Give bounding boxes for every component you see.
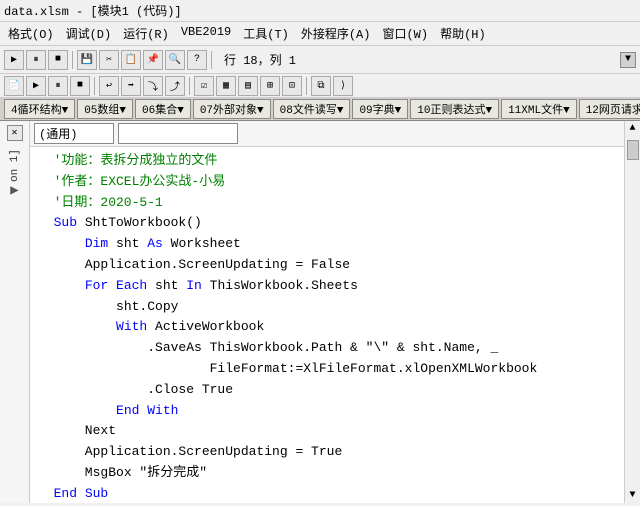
code-line-6: Application.ScreenUpdating = False	[38, 255, 616, 276]
menu-help[interactable]: 帮助(H)	[436, 24, 490, 43]
menu-debug[interactable]: 调试(D)	[62, 24, 116, 43]
combo-general[interactable]: (通用)	[34, 123, 114, 144]
menu-vbe2019[interactable]: VBE2019	[177, 24, 235, 43]
paste-btn[interactable]: 📌	[143, 50, 163, 70]
close-btn[interactable]: ✕	[7, 125, 23, 141]
code-content[interactable]: '功能：表拆分成独立的文件 '作者：EXCEL办公实战-小易 '日期：2020-…	[30, 147, 624, 503]
tb2-btn9[interactable]: ☑	[194, 76, 214, 96]
code-line-8: sht.Copy	[38, 297, 616, 318]
row-col-indicator: 行 18，列 1	[224, 51, 296, 68]
tab-9[interactable]: 09字典▼	[352, 99, 408, 119]
code-area: (通用) '功能：表拆分成独立的文件 '作者：EXCEL办公实战-小易 '日期：…	[30, 121, 624, 503]
code-line-11: FileFormat:=XlFileFormat.xlOpenXMLWorkbo…	[38, 359, 616, 380]
code-line-7: For Each sht In ThisWorkbook.Sheets	[38, 276, 616, 297]
tab-5[interactable]: 05数组▼	[77, 99, 133, 119]
tb2-btn11[interactable]: ▤	[238, 76, 258, 96]
menu-bar: 格式(O) 调试(D) 运行(R) VBE2019 工具(T) 外接程序(A) …	[0, 22, 640, 46]
menu-tools[interactable]: 工具(T)	[239, 24, 293, 43]
copy-btn[interactable]: 📋	[121, 50, 141, 70]
menu-run[interactable]: 运行(R)	[119, 24, 173, 43]
code-line-10: .SaveAs ThisWorkbook.Path & "\" & sht.Na…	[38, 338, 616, 359]
stop-btn[interactable]: ■	[48, 50, 68, 70]
code-line-17: End Sub	[38, 484, 616, 503]
code-line-3: '日期：2020-5-1	[38, 193, 616, 214]
toolbar-1: ▶ ⏸ ■ 💾 ✂ 📋 📌 🔍 ? 行 18，列 1 ▼	[0, 46, 640, 74]
sep5	[306, 77, 307, 95]
tb2-btn1[interactable]: 📄	[4, 76, 24, 96]
title-bar: data.xlsm - [模块1 (代码)]	[0, 0, 640, 22]
tb2-btn4[interactable]: ■	[70, 76, 90, 96]
sep3	[94, 77, 95, 95]
cut-btn[interactable]: ✂	[99, 50, 119, 70]
tab-8[interactable]: 08文件读写▼	[273, 99, 351, 119]
tb2-btn10[interactable]: ▦	[216, 76, 236, 96]
sep4	[189, 77, 190, 95]
left-sidebar: ✕ on 1] ▶	[0, 121, 30, 503]
menu-format[interactable]: 格式(O)	[4, 24, 58, 43]
tab-7[interactable]: 07外部对象▼	[193, 99, 271, 119]
tab-4[interactable]: 4循环结构▼	[4, 99, 75, 119]
combo-proc[interactable]	[118, 123, 238, 144]
code-line-1: '功能：表拆分成独立的文件	[38, 151, 616, 172]
scroll-thumb[interactable]	[627, 140, 639, 160]
code-line-2: '作者：EXCEL办公实战-小易	[38, 172, 616, 193]
code-line-15: Application.ScreenUpdating = True	[38, 442, 616, 463]
help-btn[interactable]: ?	[187, 50, 207, 70]
tb2-btn15[interactable]: ⟩	[333, 76, 353, 96]
tb2-btn3[interactable]: ⏸	[48, 76, 68, 96]
menu-window[interactable]: 窗口(W)	[378, 24, 432, 43]
code-line-12: .Close True	[38, 380, 616, 401]
code-line-16: MsgBox "拆分完成"	[38, 463, 616, 484]
code-line-13: End With	[38, 401, 616, 422]
find-btn[interactable]: 🔍	[165, 50, 185, 70]
tb2-btn7[interactable]: ⤵	[143, 76, 163, 96]
run-btn[interactable]: ▶	[4, 50, 24, 70]
right-scrollbar[interactable]: ▲ ▼	[624, 121, 640, 503]
save-btn[interactable]: 💾	[77, 50, 97, 70]
tb2-btn5[interactable]: ↩	[99, 76, 119, 96]
title-text: data.xlsm - [模块1 (代码)]	[4, 5, 182, 19]
main-area: ✕ on 1] ▶ (通用) '功能：表拆分成独立的文件 '作者：EXCEL办公…	[0, 121, 640, 503]
sidebar-arrow[interactable]: ▶	[10, 182, 18, 199]
tb2-btn14[interactable]: ⧉	[311, 76, 331, 96]
code-line-4: Sub ShtToWorkbook()	[38, 213, 616, 234]
tab-10[interactable]: 10正则表达式▼	[410, 99, 499, 119]
tb2-btn12[interactable]: ⊞	[260, 76, 280, 96]
tb2-btn6[interactable]: ➡	[121, 76, 141, 96]
tb2-btn13[interactable]: ⊡	[282, 76, 302, 96]
module-tabs: 4循环结构▼ 05数组▼ 06集合▼ 07外部对象▼ 08文件读写▼ 09字典▼…	[0, 98, 640, 121]
tab-11[interactable]: 11XML文件▼	[501, 99, 577, 119]
scroll-up-arrow[interactable]: ▲	[627, 121, 637, 136]
scroll-indicator: ▼	[620, 52, 636, 68]
menu-addins[interactable]: 外接程序(A)	[297, 24, 375, 43]
tb2-btn2[interactable]: ▶	[26, 76, 46, 96]
pause-btn[interactable]: ⏸	[26, 50, 46, 70]
sep1	[72, 51, 73, 69]
code-header: (通用)	[30, 121, 624, 147]
code-line-9: With ActiveWorkbook	[38, 317, 616, 338]
toolbar-2: 📄 ▶ ⏸ ■ ↩ ➡ ⤵ ⤴ ☑ ▦ ▤ ⊞ ⊡ ⧉ ⟩	[0, 74, 640, 98]
sep2	[211, 51, 212, 69]
code-line-next: Next	[38, 421, 616, 442]
left-label: on 1]	[9, 149, 21, 182]
tab-12[interactable]: 12网页请求和	[579, 99, 640, 119]
scroll-down-arrow[interactable]: ▼	[627, 488, 637, 503]
tab-6[interactable]: 06集合▼	[135, 99, 191, 119]
code-line-5: Dim sht As Worksheet	[38, 234, 616, 255]
tb2-btn8[interactable]: ⤴	[165, 76, 185, 96]
